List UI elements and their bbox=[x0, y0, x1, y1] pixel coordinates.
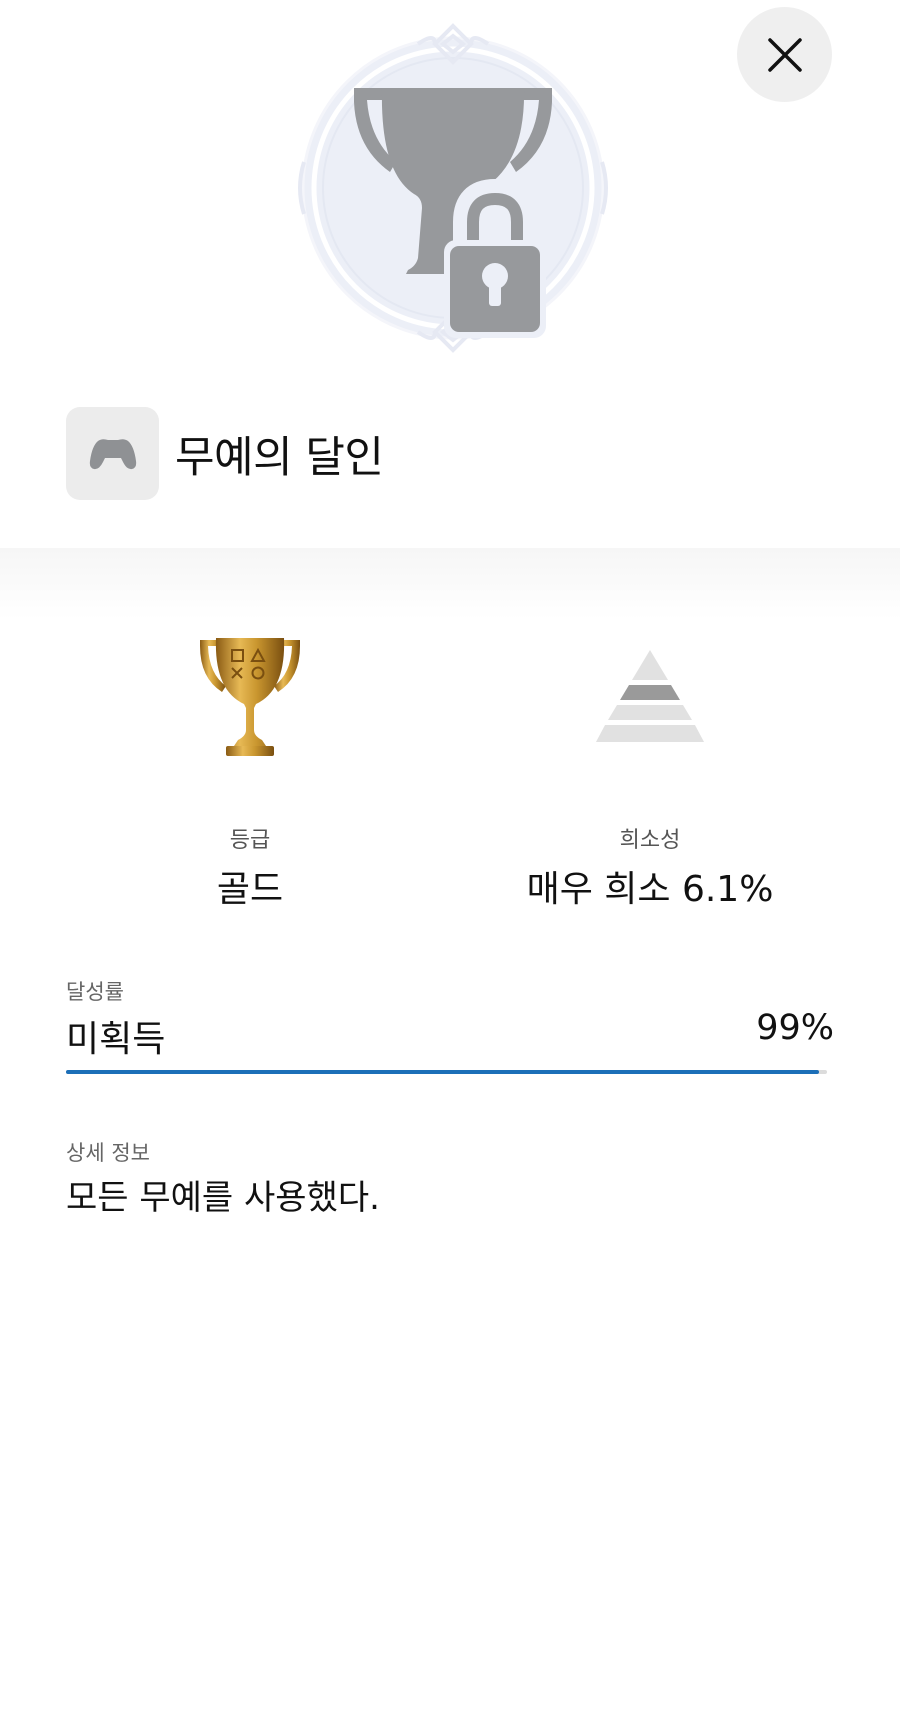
rarity-pyramid-icon bbox=[596, 649, 704, 742]
progress-label: 달성률 bbox=[66, 980, 124, 1004]
progress-status: 미획득 bbox=[66, 1019, 166, 1060]
locked-trophy-icon bbox=[298, 23, 608, 353]
gold-trophy-icon bbox=[200, 637, 300, 756]
trophy-detail-page: 무예의 달인 등급 골드 희소성 매우 희소 6.1% 달성률 미획득 99% … bbox=[0, 0, 900, 1733]
details-text: 모든 무예를 사용했다. bbox=[66, 1178, 380, 1218]
close-icon bbox=[767, 37, 802, 72]
progress-percent: 99% bbox=[756, 1008, 834, 1048]
grade-stat: 등급 골드 bbox=[150, 630, 350, 912]
rarity-icon-wrap bbox=[500, 630, 800, 765]
game-icon[interactable] bbox=[66, 407, 159, 500]
grade-icon-wrap bbox=[150, 630, 350, 765]
progress-bar-fill bbox=[66, 1070, 820, 1074]
rarity-stat: 희소성 매우 희소 6.1% bbox=[500, 630, 800, 912]
trophy-title: 무예의 달인 bbox=[175, 432, 384, 483]
locked-trophy-emblem bbox=[292, 22, 614, 354]
rarity-value: 매우 희소 6.1% bbox=[526, 869, 774, 910]
controller-icon bbox=[89, 438, 136, 469]
trophy-title-row: 무예의 달인 bbox=[66, 407, 384, 500]
rarity-label: 희소성 bbox=[619, 828, 681, 853]
grade-value: 골드 bbox=[216, 869, 284, 910]
progress-bar bbox=[66, 1070, 827, 1074]
close-button[interactable] bbox=[737, 7, 832, 102]
grade-label: 등급 bbox=[229, 828, 271, 853]
details-label: 상세 정보 bbox=[66, 1141, 150, 1165]
divider-band bbox=[0, 548, 900, 620]
